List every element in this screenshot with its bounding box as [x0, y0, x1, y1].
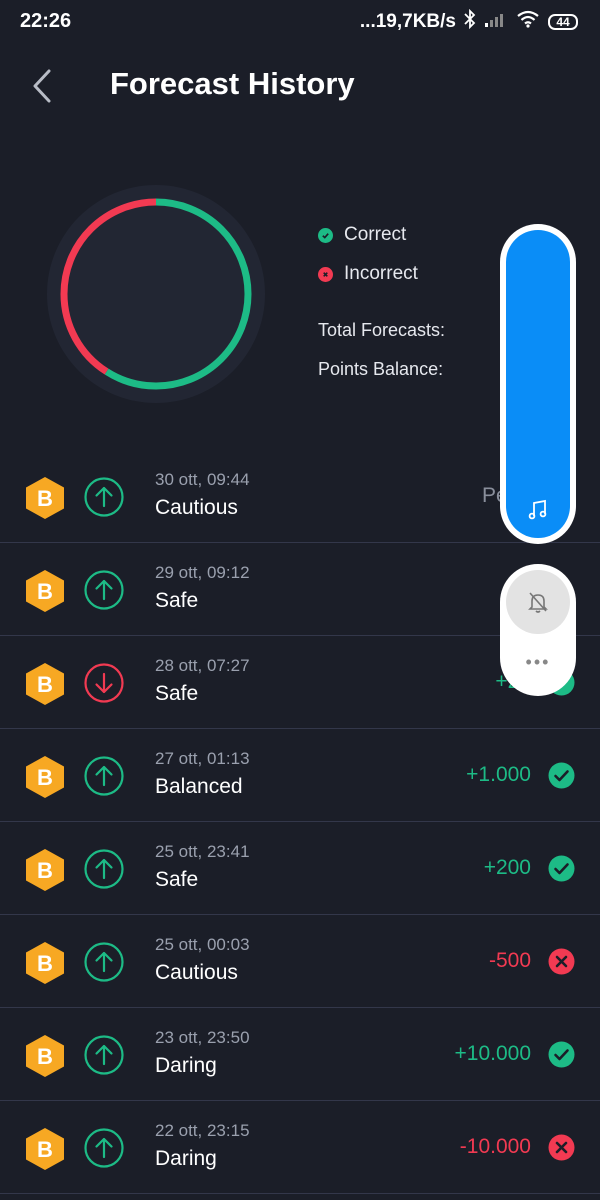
forecast-risk-level: Safe: [155, 868, 199, 891]
status-right: ...19,7KB/s 44: [359, 8, 578, 35]
mute-bell-button[interactable]: [506, 570, 570, 634]
page-title: Forecast History: [110, 66, 355, 101]
forecast-date: 29 ott, 09:12: [155, 563, 250, 582]
arrow-up-circle-icon: [83, 1127, 125, 1169]
network-speed: ...19,7KB/s: [359, 11, 456, 32]
wifi-icon: [516, 10, 540, 34]
signal-icon: [484, 10, 508, 34]
bluetooth-icon: [464, 8, 476, 35]
svg-text:B: B: [37, 858, 53, 883]
forecast-row[interactable]: B 25 ott, 23:41 Safe +200: [0, 822, 600, 915]
forecast-points: -500: [488, 949, 531, 972]
forecast-row[interactable]: B 23 ott, 23:50 Daring +10.000: [0, 1008, 600, 1101]
ringer-overlay[interactable]: •••: [500, 564, 576, 696]
check-dot-icon: [318, 227, 333, 243]
svg-text:B: B: [37, 579, 53, 604]
legend-incorrect: Incorrect: [318, 261, 418, 287]
battery-icon: 44: [548, 14, 578, 30]
forecast-row[interactable]: B 22 ott, 23:15 Daring -10.000: [0, 1101, 600, 1194]
bitcoin-coin-icon: B: [24, 755, 66, 799]
total-forecasts-label: Total Forecasts:: [318, 320, 446, 340]
x-circle-icon: [548, 1134, 575, 1161]
forecast-list: B30 ott, 09:44CautiousPendB29 ott, 09:12…: [0, 450, 600, 1194]
volume-slider-overlay[interactable]: [500, 224, 576, 544]
app-header: Forecast History: [0, 50, 600, 120]
arrow-up-circle-icon: [83, 755, 125, 797]
forecast-date: 23 ott, 23:50: [155, 1028, 250, 1047]
points-balance-label: Points Balance:: [318, 359, 444, 379]
svg-text:B: B: [37, 765, 53, 790]
legend-correct-label: Correct: [344, 224, 407, 245]
forecast-risk-level: Cautious: [155, 496, 238, 519]
bitcoin-coin-icon: B: [24, 1034, 66, 1078]
forecast-date: 30 ott, 09:44: [155, 470, 250, 489]
forecast-date: 25 ott, 00:03: [155, 935, 250, 954]
forecast-risk-level: Daring: [155, 1054, 217, 1077]
arrow-up-circle-icon: [83, 476, 125, 518]
forecast-points: +200: [483, 856, 531, 879]
forecast-row[interactable]: B 25 ott, 00:03 Cautious -500: [0, 915, 600, 1008]
arrow-up-circle-icon: [83, 848, 125, 890]
arrow-up-circle-icon: [83, 569, 125, 611]
bitcoin-coin-icon: B: [24, 476, 66, 520]
check-circle-icon: [548, 855, 575, 882]
forecast-ring-chart: [47, 185, 265, 403]
forecast-date: 27 ott, 01:13: [155, 749, 250, 768]
forecast-risk-level: Daring: [155, 1147, 217, 1170]
check-circle-icon: [548, 1041, 575, 1068]
arrow-down-circle-icon: [83, 662, 125, 704]
bitcoin-coin-icon: B: [24, 1127, 66, 1171]
status-time: 22:26: [20, 10, 72, 32]
bitcoin-coin-icon: B: [24, 848, 66, 892]
forecast-risk-level: Cautious: [155, 961, 238, 984]
back-button[interactable]: [22, 64, 62, 108]
bitcoin-coin-icon: B: [24, 662, 66, 706]
forecast-date: 28 ott, 07:27: [155, 656, 250, 675]
forecast-risk-level: Safe: [155, 682, 199, 705]
x-circle-icon: [548, 948, 575, 975]
more-options-icon[interactable]: •••: [500, 652, 576, 673]
forecast-date: 22 ott, 23:15: [155, 1121, 250, 1140]
forecast-risk-level: Safe: [155, 589, 199, 612]
svg-text:B: B: [37, 486, 53, 511]
svg-text:B: B: [37, 1137, 53, 1162]
arrow-up-circle-icon: [83, 1034, 125, 1076]
legend-incorrect-label: Incorrect: [344, 263, 418, 284]
bitcoin-coin-icon: B: [24, 569, 66, 613]
volume-slider-fill[interactable]: [506, 230, 570, 538]
forecast-points: -10.000: [459, 1135, 531, 1158]
arrow-up-circle-icon: [83, 941, 125, 983]
bitcoin-coin-icon: B: [24, 941, 66, 985]
svg-text:B: B: [37, 1044, 53, 1069]
bell-muted-icon: [528, 592, 548, 613]
forecast-row[interactable]: B 27 ott, 01:13 Balanced +1.000: [0, 729, 600, 822]
forecast-date: 25 ott, 23:41: [155, 842, 250, 861]
forecast-points: +10.000: [454, 1042, 532, 1065]
music-note-icon: [526, 498, 550, 527]
x-dot-icon: [318, 266, 333, 282]
svg-text:B: B: [37, 672, 53, 697]
chevron-left-icon: [33, 69, 51, 103]
status-bar: 22:26 ...19,7KB/s 44: [0, 0, 600, 44]
forecast-risk-level: Balanced: [155, 775, 243, 798]
svg-text:B: B: [37, 951, 53, 976]
legend-correct: Correct: [318, 222, 418, 248]
forecast-points: +1.000: [466, 763, 531, 786]
legend: Correct Incorrect: [318, 222, 418, 300]
check-circle-icon: [548, 762, 575, 789]
